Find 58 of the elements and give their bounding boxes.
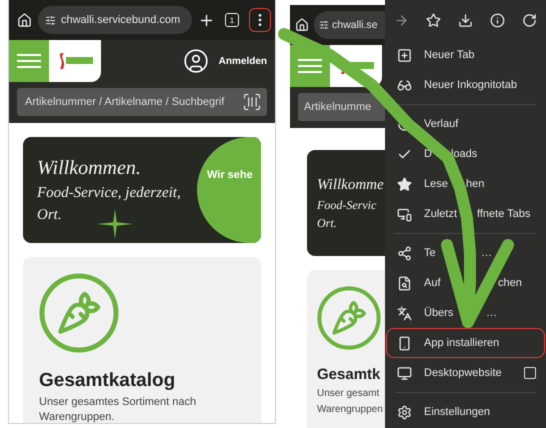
menu-item[interactable]: Lese hen bbox=[386, 169, 545, 199]
menu-item[interactable]: Auf chen bbox=[386, 268, 545, 298]
catalog-card[interactable]: Gesamtk Unser gesamt Warengruppen bbox=[307, 270, 385, 428]
banner-text: Willkommen. bbox=[37, 156, 142, 180]
translate-icon[interactable] bbox=[397, 306, 412, 320]
home-icon[interactable] bbox=[17, 12, 32, 28]
new-tab-icon[interactable] bbox=[397, 48, 412, 62]
card-description: Warengruppen bbox=[317, 402, 384, 417]
phone-icon[interactable] bbox=[397, 336, 412, 350]
carrot-icon bbox=[39, 273, 119, 353]
banner-text: Ort. bbox=[37, 206, 63, 224]
search-field[interactable]: Artikelnummer / Artikelname / Suchbegrif bbox=[17, 88, 267, 116]
address-bar[interactable]: chwalli.se bbox=[314, 11, 385, 39]
banner-text: Ort. bbox=[317, 216, 338, 230]
tab-count[interactable]: 1 bbox=[225, 13, 239, 27]
settings-icon[interactable] bbox=[397, 404, 412, 420]
star-icon[interactable] bbox=[397, 176, 412, 192]
monitor-icon[interactable] bbox=[397, 366, 412, 380]
user-icon[interactable] bbox=[182, 48, 209, 74]
checkbox[interactable] bbox=[524, 367, 536, 379]
banner-text: Willkomme bbox=[317, 176, 385, 194]
barcode-scan-icon[interactable] bbox=[242, 92, 262, 112]
download-icon[interactable] bbox=[458, 12, 473, 28]
hamburger-icon[interactable] bbox=[298, 58, 322, 74]
catalog-card[interactable]: Gesamtkatalog Unser gesamtes Sortiment nach Warengruppen. bbox=[23, 257, 261, 423]
info-icon[interactable] bbox=[490, 12, 506, 28]
menu-item[interactable]: Einstellungen bbox=[386, 397, 545, 427]
site-settings-icon[interactable] bbox=[45, 14, 56, 26]
glasses-icon[interactable] bbox=[397, 78, 412, 92]
reload-icon[interactable] bbox=[522, 12, 538, 28]
find-in-page-icon[interactable] bbox=[397, 276, 412, 290]
menu-item[interactable]: App installieren bbox=[386, 328, 545, 358]
card-description: Unser gesamt bbox=[317, 386, 380, 401]
address-bar[interactable]: chwalli.servicebund.com bbox=[38, 6, 192, 34]
banner-text: Food-Service, jederzeit, bbox=[37, 184, 182, 202]
menu-button[interactable] bbox=[249, 8, 271, 32]
bookmark-icon[interactable] bbox=[426, 12, 441, 28]
devices-icon[interactable] bbox=[397, 206, 412, 222]
menu-item[interactable]: Desktopwebsite bbox=[386, 358, 545, 388]
home-icon[interactable] bbox=[295, 18, 309, 32]
menu-item[interactable]: Neuer Tab bbox=[386, 40, 545, 70]
share-icon[interactable] bbox=[397, 246, 412, 260]
banner-text: Food-Servic bbox=[317, 198, 378, 212]
search-field[interactable]: Artikelnumme bbox=[298, 93, 385, 121]
menu-item[interactable]: Te … bbox=[386, 238, 545, 268]
menu-item[interactable]: Zuletzt ffnete Tabs bbox=[386, 199, 545, 229]
card-title: Gesamtk bbox=[317, 366, 382, 385]
site-settings-icon[interactable] bbox=[319, 20, 329, 30]
forward-icon[interactable] bbox=[394, 12, 409, 28]
menu-item[interactable]: D loads bbox=[386, 139, 545, 169]
login-button[interactable]: Anmelden bbox=[176, 47, 275, 75]
carrot-icon bbox=[317, 286, 381, 350]
event-badge: Wir sehe bbox=[197, 137, 261, 243]
menu-item[interactable]: Übers … bbox=[386, 298, 545, 328]
menu-item[interactable]: Neuer Inkognitotab bbox=[386, 70, 545, 100]
card-title: Gesamtkatalog bbox=[39, 369, 176, 393]
hamburger-icon[interactable] bbox=[17, 53, 41, 69]
card-description: Unser gesamtes Sortiment nach Warengruppen. bbox=[39, 394, 198, 423]
